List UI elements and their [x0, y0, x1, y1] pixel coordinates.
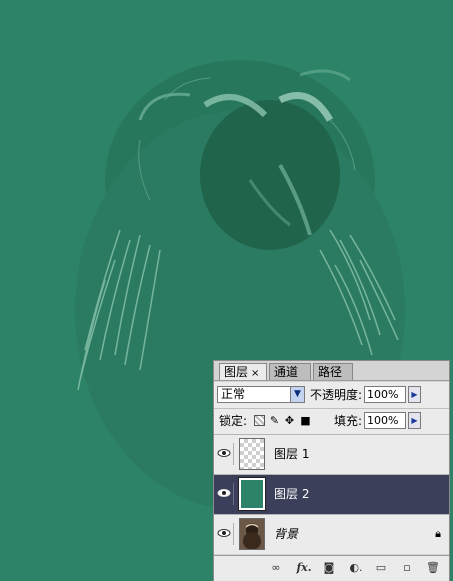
blend-mode-select[interactable]: 正常 ▼ [217, 386, 305, 403]
mask-icon[interactable]: ◙ [322, 561, 336, 575]
opacity-input[interactable]: 100% [364, 386, 406, 403]
fx-icon[interactable]: fx. [294, 561, 314, 575]
tab-divider [214, 380, 449, 381]
lock-move-icon[interactable]: ✥ [284, 415, 295, 426]
lock-transparent-icon[interactable] [254, 415, 265, 426]
lock-paint-icon[interactable]: ✎ [269, 415, 280, 426]
tab-layers[interactable]: 图层 × [219, 363, 267, 380]
adjustment-icon[interactable]: ◐. [347, 561, 365, 575]
layer-row-1[interactable]: 图层 1 [214, 434, 449, 474]
tab-channels-label: 通道 [274, 365, 299, 379]
opacity-label: 不透明度: [310, 388, 363, 402]
close-icon[interactable]: × [251, 368, 259, 379]
layer-thumbnail-photo[interactable] [239, 518, 265, 550]
blend-mode-value: 正常 [221, 387, 246, 401]
fill-slider-arrow-icon[interactable]: ▶ [408, 412, 421, 429]
opacity-slider-arrow-icon[interactable]: ▶ [408, 386, 421, 403]
layer-thumbnail-green[interactable] [238, 477, 266, 511]
group-icon[interactable]: ▭ [374, 561, 388, 575]
lock-all-icon[interactable]: ■ [300, 415, 311, 426]
layer-name[interactable]: 背景 [274, 527, 298, 541]
link-icon[interactable]: ∞ [266, 561, 286, 575]
blend-opacity-row: 正常 ▼ 不透明度: 100% ▶ [214, 382, 449, 408]
layer-row-2[interactable]: 图层 2 [214, 474, 449, 514]
lock-label: 锁定: [219, 414, 248, 428]
lock-fill-row: 锁定: ✎ ✥ ■ 填充: 100% ▶ [214, 408, 449, 434]
eye-icon[interactable] [216, 483, 234, 505]
panel-footer: ∞ fx. ◙ ◐. ▭ ▫ 🗑︎ [214, 555, 449, 581]
chevron-down-icon[interactable]: ▼ [290, 387, 304, 402]
tab-paths[interactable]: 路径 [313, 363, 353, 380]
trash-icon[interactable]: 🗑︎ [426, 561, 440, 575]
layers-panel: 图层 × 通道 路径 正常 ▼ 不透明度: 100% ▶ 锁定: ✎ ✥ ■ 填充… [213, 360, 450, 581]
new-layer-icon[interactable]: ▫ [400, 561, 414, 575]
layer-name[interactable]: 图层 2 [274, 487, 309, 501]
eye-icon[interactable] [216, 443, 234, 465]
layer-name[interactable]: 图层 1 [274, 447, 309, 461]
tab-channels[interactable]: 通道 [269, 363, 311, 380]
tab-paths-label: 路径 [318, 365, 343, 379]
fill-label: 填充: [334, 414, 363, 428]
panel-tabs: 图层 × 通道 路径 [217, 363, 447, 381]
eye-icon[interactable] [216, 523, 234, 545]
fill-input[interactable]: 100% [364, 412, 406, 429]
lock-icon: 🔒︎ [435, 527, 441, 540]
layer-row-background[interactable]: 背景 🔒︎ [214, 514, 449, 554]
tab-layers-label: 图层 [224, 365, 249, 379]
layer-thumbnail-transparent[interactable] [239, 438, 265, 470]
